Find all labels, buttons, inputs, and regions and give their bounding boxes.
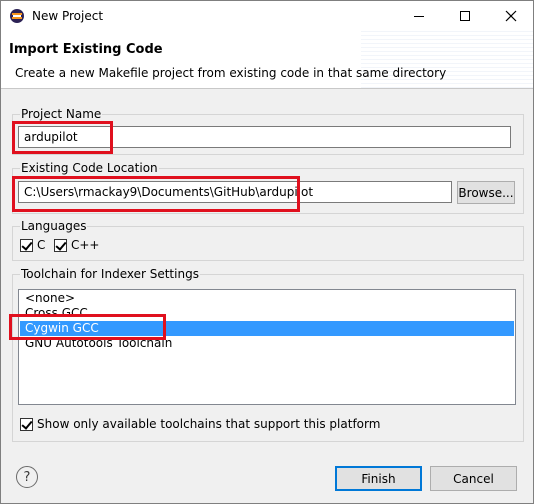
eclipse-icon — [10, 9, 24, 23]
language-cpp-checkbox[interactable] — [54, 239, 67, 252]
project-name-label: Project Name — [20, 107, 103, 121]
maximize-icon — [460, 11, 470, 21]
languages-label: Languages — [20, 219, 88, 233]
toolchain-label: Toolchain for Indexer Settings — [20, 267, 200, 281]
close-icon — [505, 10, 517, 22]
language-cpp-label: C++ — [71, 238, 100, 252]
close-button[interactable] — [488, 1, 534, 31]
code-location-label: Existing Code Location — [20, 161, 159, 175]
page-description: Create a new Makefile project from exist… — [15, 66, 447, 80]
toolchain-list[interactable]: <none> Cross GCC Cygwin GCC GNU Autotool… — [18, 289, 516, 405]
language-c-checkbox[interactable] — [20, 239, 33, 252]
highlight-project-name — [12, 121, 113, 154]
toolchain-item-none[interactable]: <none> — [20, 291, 514, 306]
title-bar: New Project — [1, 1, 533, 31]
window-title: New Project — [32, 9, 104, 23]
help-button[interactable]: ? — [16, 466, 38, 488]
supported-toolchains-label: Show only available toolchains that supp… — [37, 417, 381, 431]
highlight-cygwin-gcc — [9, 314, 166, 340]
maximize-button[interactable] — [442, 1, 488, 31]
help-icon: ? — [23, 469, 31, 485]
cancel-button[interactable]: Cancel — [430, 466, 517, 491]
banner-decoration — [361, 31, 533, 88]
highlight-code-location — [12, 176, 300, 212]
language-c-label: C — [37, 238, 46, 252]
minimize-button[interactable] — [396, 1, 442, 31]
finish-button[interactable]: Finish — [335, 466, 422, 491]
wizard-banner: Import Existing Code Create a new Makefi… — [1, 31, 533, 89]
supported-toolchains-checkbox[interactable] — [20, 418, 33, 431]
page-title: Import Existing Code — [9, 42, 163, 57]
new-project-dialog: New Project Import Existing Code Create … — [0, 0, 534, 504]
minimize-icon — [414, 15, 424, 17]
browse-button[interactable]: Browse... — [457, 181, 515, 204]
